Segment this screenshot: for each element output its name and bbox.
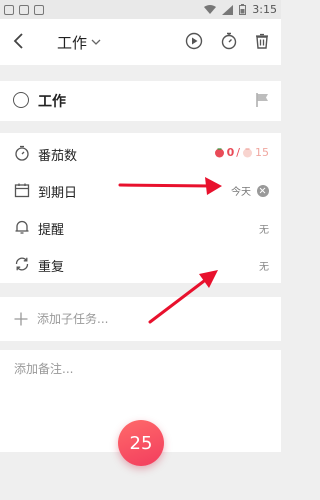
reminder-label: 提醒 xyxy=(38,223,65,238)
wifi-icon xyxy=(204,4,217,14)
battery-icon xyxy=(239,4,247,15)
due-date-label: 到期日 xyxy=(38,186,78,201)
stopwatch-icon xyxy=(15,145,29,161)
flag-icon[interactable] xyxy=(255,92,271,108)
tomato-outline-icon xyxy=(243,148,252,158)
repeat-label: 重复 xyxy=(38,260,65,275)
timer-icon[interactable] xyxy=(219,31,239,51)
add-subtask-placeholder: 添加子任务... xyxy=(37,312,109,326)
pomodoro-duration-label: 25 xyxy=(129,432,153,454)
task-row: 工作 xyxy=(0,81,281,121)
pomodoro-row[interactable]: 番茄数 0 / 15 xyxy=(0,135,281,172)
delete-icon[interactable] xyxy=(252,31,272,51)
start-pomodoro-button[interactable]: 25 xyxy=(118,420,164,466)
notification-icon xyxy=(34,4,44,15)
repeat-row[interactable]: 重复 无 xyxy=(0,246,281,283)
calendar-icon xyxy=(14,183,30,198)
notification-icons xyxy=(4,4,44,15)
status-bar: 3:15 xyxy=(0,0,281,19)
project-selector[interactable]: 工作 xyxy=(57,32,101,53)
tomato-icon xyxy=(214,148,224,158)
task-name[interactable]: 工作 xyxy=(38,91,66,111)
repeat-icon xyxy=(15,257,29,271)
reminder-row[interactable]: 提醒 无 xyxy=(0,209,281,246)
task-settings: 番茄数 0 / 15 到期日 今天 提醒 无 重复 无 xyxy=(0,133,281,283)
pomodoro-label: 番茄数 xyxy=(38,149,78,164)
page-title: 工作 xyxy=(57,34,88,52)
back-arrow-icon[interactable] xyxy=(10,32,28,50)
task-complete-checkbox[interactable] xyxy=(13,92,29,108)
due-date-row[interactable]: 到期日 今天 xyxy=(0,172,281,209)
due-date-value: 今天 xyxy=(231,187,251,198)
add-note-placeholder: 添加备注... xyxy=(14,362,74,376)
reminder-value: 无 xyxy=(259,225,269,236)
cell-signal-icon xyxy=(222,4,234,15)
clock: 3:15 xyxy=(252,3,277,16)
bell-icon xyxy=(15,220,29,234)
mail-icon xyxy=(4,4,14,15)
chevron-down-icon xyxy=(91,39,101,45)
clear-due-date-button[interactable] xyxy=(257,184,269,197)
image-icon xyxy=(19,4,29,15)
pomodoro-count: 0 / 15 xyxy=(214,146,269,159)
repeat-value: 无 xyxy=(259,262,269,273)
top-app-bar: 工作 xyxy=(0,19,281,65)
add-subtask-row[interactable]: 添加子任务... xyxy=(0,297,281,341)
plus-icon xyxy=(14,312,28,326)
play-icon[interactable] xyxy=(184,31,204,51)
